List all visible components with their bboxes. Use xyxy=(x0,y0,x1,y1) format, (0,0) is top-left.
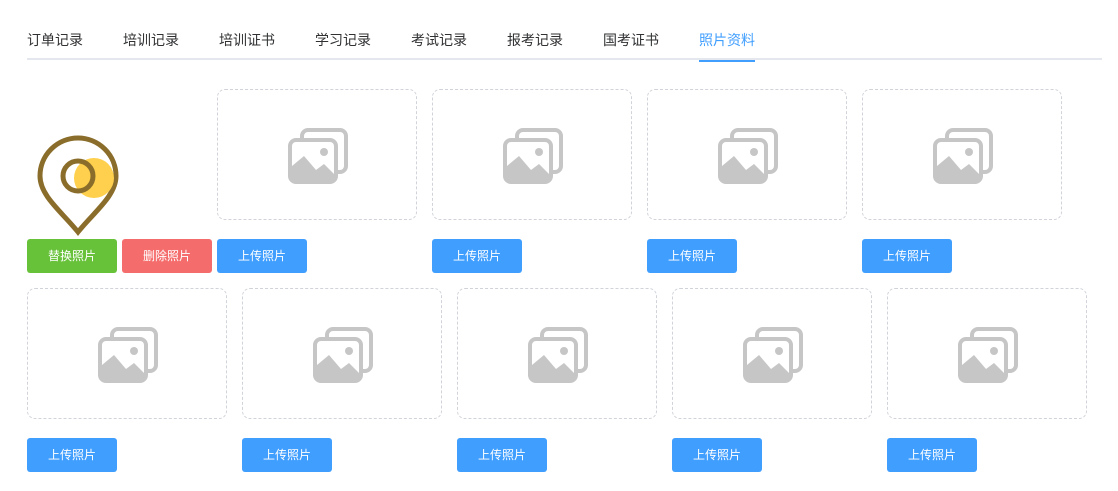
photo-upload-slot[interactable] xyxy=(647,89,847,220)
delete-photo-button[interactable]: 删除照片 xyxy=(122,239,212,273)
upload-photo-button[interactable]: 上传照片 xyxy=(217,239,307,273)
upload-photo-button[interactable]: 上传照片 xyxy=(27,438,117,472)
tab-national-certificates[interactable]: 国考证书 xyxy=(603,32,659,60)
tab-training-records[interactable]: 培训记录 xyxy=(123,32,179,60)
photo-upload-slot[interactable] xyxy=(217,89,417,220)
image-placeholder-icon xyxy=(958,327,1018,383)
upload-photo-button[interactable]: 上传照片 xyxy=(432,239,522,273)
image-placeholder-icon xyxy=(718,128,778,184)
photo-upload-slot[interactable] xyxy=(862,89,1062,220)
upload-photo-button[interactable]: 上传照片 xyxy=(887,438,977,472)
photo-upload-slot[interactable] xyxy=(887,288,1087,419)
upload-photo-button[interactable]: 上传照片 xyxy=(242,438,332,472)
upload-photo-button[interactable]: 上传照片 xyxy=(457,438,547,472)
image-placeholder-icon xyxy=(528,327,588,383)
photo-upload-slot[interactable] xyxy=(242,288,442,419)
photo-upload-slot[interactable] xyxy=(672,288,872,419)
image-placeholder-icon xyxy=(313,327,373,383)
tab-exam-records[interactable]: 考试记录 xyxy=(411,32,467,60)
photo-upload-slot[interactable] xyxy=(457,288,657,419)
photo-upload-slot[interactable] xyxy=(432,89,632,220)
location-pin-icon xyxy=(37,135,119,237)
tab-order-records[interactable]: 订单记录 xyxy=(27,32,83,60)
image-placeholder-icon xyxy=(288,128,348,184)
image-placeholder-icon xyxy=(743,327,803,383)
image-placeholder-icon xyxy=(503,128,563,184)
tab-bar: 订单记录 培训记录 培训证书 学习记录 考试记录 报考记录 国考证书 照片资料 xyxy=(27,28,1102,62)
replace-photo-button[interactable]: 替换照片 xyxy=(27,239,117,273)
tab-registration-records[interactable]: 报考记录 xyxy=(507,32,563,60)
tab-training-certificates[interactable]: 培训证书 xyxy=(219,32,275,60)
image-placeholder-icon xyxy=(98,327,158,383)
upload-photo-button[interactable]: 上传照片 xyxy=(672,438,762,472)
tab-study-records[interactable]: 学习记录 xyxy=(315,32,371,60)
upload-photo-button[interactable]: 上传照片 xyxy=(862,239,952,273)
upload-photo-button[interactable]: 上传照片 xyxy=(647,239,737,273)
tab-photo-materials[interactable]: 照片资料 xyxy=(699,32,755,62)
image-placeholder-icon xyxy=(933,128,993,184)
uploaded-photo xyxy=(32,134,124,238)
photo-upload-slot[interactable] xyxy=(27,288,227,419)
